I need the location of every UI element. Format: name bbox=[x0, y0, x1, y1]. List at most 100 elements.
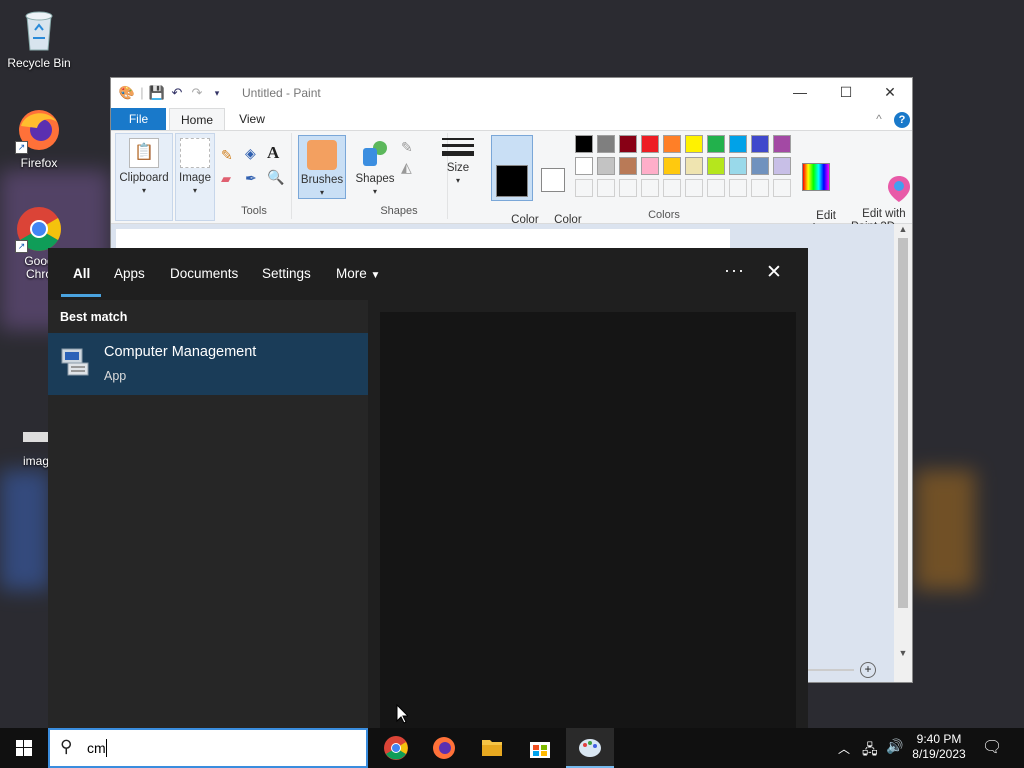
paint-titlebar[interactable]: 🎨 | 💾 ↶ ↷ ▾ Untitled - Paint — ☐ ✕ bbox=[111, 78, 912, 108]
start-button[interactable] bbox=[0, 728, 48, 768]
text-icon[interactable]: A bbox=[267, 143, 279, 163]
chrome-icon bbox=[384, 736, 408, 760]
close-search-icon[interactable]: ✕ bbox=[766, 261, 782, 284]
size-button[interactable]: Size ▾ bbox=[437, 135, 479, 186]
palette-swatch[interactable] bbox=[575, 157, 593, 175]
palette-swatch[interactable] bbox=[773, 179, 791, 197]
save-icon[interactable]: 💾 bbox=[147, 84, 167, 102]
tab-documents[interactable]: Documents bbox=[170, 266, 238, 281]
palette-swatch[interactable] bbox=[619, 157, 637, 175]
palette-swatch[interactable] bbox=[575, 135, 593, 153]
palette-swatch[interactable] bbox=[619, 179, 637, 197]
shapes-group-label: Shapes bbox=[380, 205, 418, 217]
undo-icon[interactable]: ↶ bbox=[167, 84, 187, 102]
palette-swatch[interactable] bbox=[729, 157, 747, 175]
tab-view[interactable]: View bbox=[229, 108, 275, 130]
palette-swatch[interactable] bbox=[663, 157, 681, 175]
separator: | bbox=[140, 85, 144, 100]
fill-shape-icon[interactable]: ◭ bbox=[401, 159, 412, 176]
palette-swatch[interactable] bbox=[641, 135, 659, 153]
clipboard-group[interactable]: 📋 Clipboard ▾ bbox=[115, 133, 173, 221]
palette-swatch[interactable] bbox=[685, 179, 703, 197]
best-match-heading: Best match bbox=[60, 310, 128, 324]
paint-app-icon[interactable]: 🎨 bbox=[117, 84, 137, 102]
palette-swatch[interactable] bbox=[597, 135, 615, 153]
palette-swatch[interactable] bbox=[575, 179, 593, 197]
collapse-ribbon-icon[interactable]: ^ bbox=[871, 108, 887, 130]
palette-swatch[interactable] bbox=[597, 157, 615, 175]
palette-swatch[interactable] bbox=[619, 135, 637, 153]
palette-swatch[interactable] bbox=[685, 135, 703, 153]
palette-swatch[interactable] bbox=[641, 157, 659, 175]
brushes-button[interactable]: Brushes ▾ bbox=[298, 135, 346, 199]
minimize-button[interactable]: — bbox=[777, 78, 823, 108]
taskbar-file-explorer[interactable] bbox=[468, 728, 516, 768]
more-options-icon[interactable]: ··· bbox=[724, 260, 745, 281]
palette-swatch[interactable] bbox=[597, 179, 615, 197]
desktop-icon-recycle-bin[interactable]: Recycle Bin bbox=[1, 6, 77, 70]
color1-button[interactable]: Color 1 bbox=[491, 135, 539, 239]
vertical-scrollbar[interactable]: ▲ ▼ bbox=[894, 224, 912, 682]
taskbar: ⚲ cm ︿ 🖧 🔊 9:40 PM 8/19/2023 🗨 bbox=[0, 728, 1024, 768]
firefox-icon: ↗ bbox=[15, 106, 63, 154]
scroll-down-icon[interactable]: ▼ bbox=[894, 648, 912, 658]
clock[interactable]: 9:40 PM 8/19/2023 bbox=[906, 732, 972, 762]
tab-settings[interactable]: Settings bbox=[262, 266, 311, 281]
volume-icon[interactable]: 🔊 bbox=[886, 738, 903, 755]
tab-apps[interactable]: Apps bbox=[114, 266, 145, 281]
shapes-button[interactable]: Shapes ▾ bbox=[355, 135, 395, 197]
tab-all[interactable]: All bbox=[73, 266, 90, 281]
palette-swatch[interactable] bbox=[751, 179, 769, 197]
palette-swatch[interactable] bbox=[773, 157, 791, 175]
outline-icon[interactable]: ✎ bbox=[401, 139, 413, 156]
redo-icon[interactable]: ↷ bbox=[187, 84, 207, 102]
palette-swatch[interactable] bbox=[707, 157, 725, 175]
select-icon bbox=[180, 138, 210, 168]
eraser-icon[interactable]: ▰ bbox=[221, 171, 231, 187]
palette-swatch[interactable] bbox=[707, 179, 725, 197]
search-box[interactable]: ⚲ cm bbox=[48, 728, 368, 768]
paint3d-icon bbox=[859, 161, 910, 202]
scroll-up-icon[interactable]: ▲ bbox=[894, 224, 912, 234]
result-computer-management[interactable]: Computer Management App bbox=[48, 333, 368, 395]
palette-swatch[interactable] bbox=[751, 135, 769, 153]
drawing-canvas[interactable] bbox=[116, 229, 730, 249]
pencil-icon[interactable]: ✎ bbox=[221, 147, 233, 164]
taskbar-paint[interactable] bbox=[566, 728, 614, 768]
palette-swatch[interactable] bbox=[773, 135, 791, 153]
action-center-icon[interactable]: 🗨 bbox=[982, 737, 1002, 757]
image-group[interactable]: Image ▾ bbox=[175, 133, 215, 221]
network-icon[interactable]: 🖧 bbox=[862, 739, 878, 763]
magnifier-icon[interactable]: 🔍 bbox=[267, 169, 284, 186]
palette-swatch[interactable] bbox=[729, 179, 747, 197]
maximize-button[interactable]: ☐ bbox=[823, 78, 869, 108]
tab-more[interactable]: More ▼ bbox=[336, 266, 380, 281]
desktop-icon-label: Firefox bbox=[20, 156, 58, 170]
search-input[interactable]: cm bbox=[87, 740, 106, 756]
taskbar-firefox[interactable] bbox=[420, 728, 468, 768]
tab-home[interactable]: Home bbox=[169, 108, 225, 130]
taskbar-chrome[interactable] bbox=[372, 728, 420, 768]
close-button[interactable]: ✕ bbox=[867, 78, 913, 108]
shapes-icon bbox=[360, 139, 390, 169]
tab-file[interactable]: File bbox=[111, 108, 166, 130]
palette-swatch[interactable] bbox=[663, 135, 681, 153]
help-icon[interactable]: ? bbox=[893, 108, 911, 130]
palette-swatch[interactable] bbox=[751, 157, 769, 175]
palette-swatch[interactable] bbox=[685, 157, 703, 175]
palette-swatch[interactable] bbox=[663, 179, 681, 197]
fill-icon[interactable]: ◈ bbox=[245, 145, 256, 162]
scroll-thumb[interactable] bbox=[898, 238, 908, 608]
taskbar-store[interactable] bbox=[516, 728, 564, 768]
desktop-icon-firefox[interactable]: ↗ Firefox bbox=[1, 106, 77, 170]
zoom-in-icon[interactable]: + bbox=[860, 662, 876, 678]
search-tabs: All Apps Documents Settings More ▼ ··· ✕ bbox=[48, 248, 808, 300]
color-picker-icon[interactable]: ✒ bbox=[245, 170, 257, 187]
window-title: Untitled - Paint bbox=[242, 86, 321, 100]
customize-qat-icon[interactable]: ▾ bbox=[207, 84, 227, 102]
show-hidden-icons[interactable]: ︿ bbox=[838, 740, 850, 757]
palette-swatch[interactable] bbox=[707, 135, 725, 153]
palette-swatch[interactable] bbox=[729, 135, 747, 153]
result-subtitle: App bbox=[104, 369, 127, 383]
palette-swatch[interactable] bbox=[641, 179, 659, 197]
